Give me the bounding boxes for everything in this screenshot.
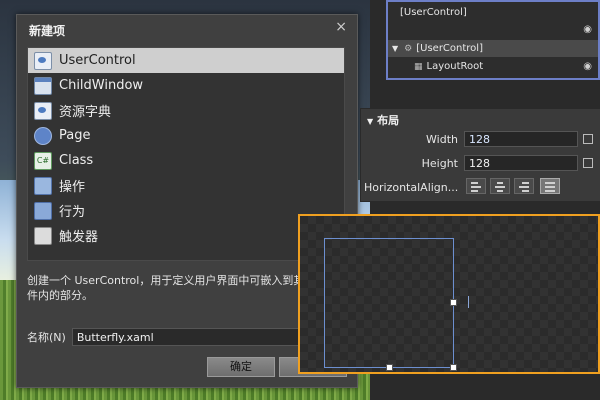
- list-item-behavior[interactable]: 行为: [28, 198, 344, 223]
- page-icon: [34, 126, 52, 145]
- width-label: Width: [426, 133, 458, 146]
- item-description: 创建一个 UserControl，用于定义用户界面中可嵌入到其他 件内的部分。: [27, 274, 316, 302]
- dialog-title: 新建项: [29, 24, 66, 38]
- list-item-childwindow[interactable]: ChildWindow: [28, 73, 344, 98]
- usercontrol-icon: [34, 51, 52, 70]
- tree-item-label: LayoutRoot: [426, 61, 484, 72]
- list-item-action[interactable]: 操作: [28, 173, 344, 198]
- list-item-label: 触发器: [59, 230, 99, 245]
- height-label: Height: [421, 157, 458, 170]
- expand-triangle-icon[interactable]: ▼: [392, 44, 398, 53]
- usercontrol-bounds[interactable]: [324, 238, 457, 371]
- name-row: 名称(N): [27, 327, 343, 347]
- resize-handle-bottom[interactable]: [386, 364, 393, 371]
- collapse-triangle-icon: ▼: [367, 117, 374, 126]
- tree-row-usercontrol[interactable]: ▼ ⚙ [UserControl]: [388, 40, 598, 57]
- resource-dictionary-icon: [34, 101, 52, 120]
- align-left-button[interactable]: [466, 178, 486, 194]
- list-item-label: 资源字典: [59, 105, 112, 120]
- align-right-button[interactable]: [514, 178, 534, 194]
- list-item-label: UserControl: [59, 53, 136, 68]
- objects-and-timeline-panel: [UserControl] ◉ ▼ ⚙ [UserControl] ▦ Layo…: [386, 0, 600, 80]
- eye-icon[interactable]: ◉: [583, 61, 592, 72]
- list-item-page[interactable]: Page: [28, 123, 344, 148]
- list-item-label: ChildWindow: [59, 78, 144, 93]
- horizontal-alignment-label: HorizontalAlign...: [364, 181, 459, 194]
- tree-item-label: [UserControl]: [400, 7, 467, 18]
- list-item-resource-dictionary[interactable]: 资源字典: [28, 98, 344, 123]
- behavior-icon: [34, 201, 52, 220]
- width-input[interactable]: [464, 131, 578, 147]
- list-item-label: 操作: [59, 180, 86, 195]
- eye-icon[interactable]: ◉: [583, 24, 592, 35]
- advanced-options-icon[interactable]: [583, 158, 593, 168]
- design-artboard[interactable]: [298, 214, 600, 374]
- usercontrol-node-icon: ⚙: [404, 43, 413, 54]
- childwindow-icon: [34, 76, 52, 95]
- name-label: 名称(N): [27, 331, 66, 344]
- align-center-button[interactable]: [490, 178, 510, 194]
- insertion-marker: [468, 296, 469, 308]
- layout-section-header[interactable]: ▼ 布局: [367, 112, 399, 128]
- tree-row-usercontrol-root[interactable]: [UserControl] ◉: [388, 4, 598, 35]
- class-icon: C#: [34, 151, 52, 170]
- resize-handle-right[interactable]: [450, 299, 457, 306]
- trigger-icon: [34, 226, 52, 245]
- height-input[interactable]: [464, 155, 578, 171]
- advanced-options-icon[interactable]: [583, 134, 593, 144]
- list-item-label: Class: [59, 153, 94, 168]
- align-stretch-button[interactable]: [540, 178, 560, 194]
- list-item-class[interactable]: C# Class: [28, 148, 344, 173]
- resize-handle-corner[interactable]: [450, 364, 457, 371]
- tree-row-layoutroot[interactable]: ▦ LayoutRoot ◉: [388, 58, 598, 75]
- list-item-label: 行为: [59, 205, 86, 220]
- ok-button[interactable]: 确定: [207, 357, 275, 377]
- list-item-label: Page: [59, 128, 91, 143]
- close-icon[interactable]: ×: [335, 19, 347, 35]
- list-item-trigger[interactable]: 触发器: [28, 223, 344, 248]
- list-item-usercontrol[interactable]: UserControl: [28, 48, 344, 73]
- action-icon: [34, 176, 52, 195]
- grid-icon: ▦: [414, 61, 423, 72]
- tree-item-label: [UserControl]: [416, 43, 483, 54]
